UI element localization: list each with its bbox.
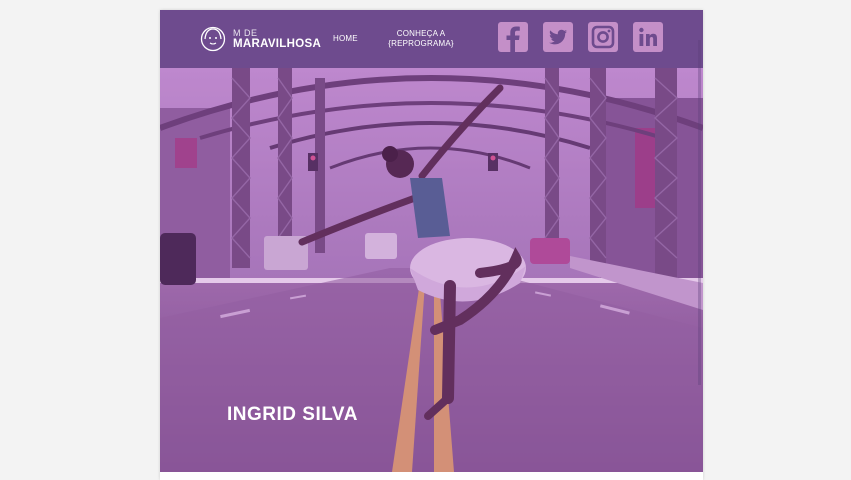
hero-title: INGRID SILVA xyxy=(227,404,358,425)
facebook-icon[interactable] xyxy=(498,22,528,52)
scrollbar[interactable] xyxy=(698,40,701,385)
logo-small-text: M DE xyxy=(233,28,258,38)
nav-home-link[interactable]: HOME xyxy=(333,34,358,43)
nav-reprograma-line1: CONHEÇA A xyxy=(396,29,446,38)
site-logo[interactable]: M DE MARAVILHOSA xyxy=(200,23,321,55)
site-header: M DE MARAVILHOSA HOME CONHEÇA A {REPROGR… xyxy=(160,10,703,68)
twitter-icon[interactable] xyxy=(543,22,573,52)
page-container: M DE MARAVILHOSA HOME CONHEÇA A {REPROGR… xyxy=(160,10,703,480)
woman-face-logo-icon xyxy=(200,26,226,52)
instagram-icon[interactable] xyxy=(588,22,618,52)
hero-banner: INGRID SILVA xyxy=(160,68,703,472)
logo-big-text: MARAVILHOSA xyxy=(233,38,322,50)
nav-reprograma-link[interactable]: CONHEÇA A {REPROGRAMA} xyxy=(388,29,454,49)
nav-reprograma-line2: {REPROGRAMA} xyxy=(388,39,454,48)
linkedin-icon[interactable] xyxy=(633,22,663,52)
